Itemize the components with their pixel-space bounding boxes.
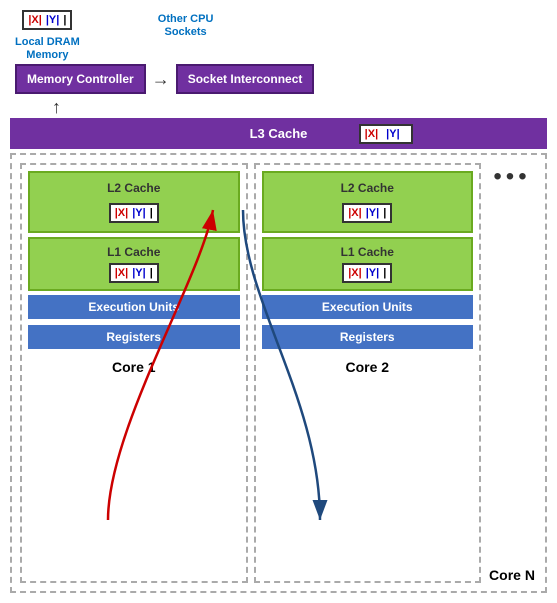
cpu-sockets-group: Other CPUSockets: [158, 10, 214, 39]
y-icon: |Y|: [46, 14, 60, 26]
core1-block: L2 Cache |X| |Y| | L1 Cache |X| |Y| |: [20, 163, 248, 583]
socket-interconnect-box: Socket Interconnect: [176, 64, 315, 94]
core1-l2-label: L2 Cache: [107, 181, 160, 195]
core1-l1-cell: |X| |Y| |: [109, 263, 159, 283]
ellipsis-dots: •••: [493, 163, 530, 191]
core1-l1-label: L1 Cache: [107, 245, 160, 259]
core-n-title: Core N: [489, 267, 535, 583]
cores-container: L2 Cache |X| |Y| | L1 Cache |X| |Y| |: [10, 153, 547, 593]
core2-l2-cell: |X| |Y| |: [342, 203, 392, 223]
core2-l2-cache: L2 Cache |X| |Y| |: [262, 171, 474, 233]
right-arrow: →: [152, 69, 170, 90]
core2-l1-label: L1 Cache: [341, 245, 394, 259]
core1-l1-cache: L1 Cache |X| |Y| |: [28, 237, 240, 291]
x-icon: |X|: [28, 14, 42, 26]
cpu-sockets-label: Other CPUSockets: [158, 13, 214, 39]
core2-l1-cell: |X| |Y| |: [342, 263, 392, 283]
core1-registers: Registers: [28, 325, 240, 349]
dram-cache-cell: |X| |Y| |: [22, 10, 72, 30]
l3-inner-cache-cell: |X| |Y| |: [359, 124, 413, 144]
core2-l1-cache: L1 Cache |X| |Y| |: [262, 237, 474, 291]
l3-cache-bar: L3 Cache |X| |Y| |: [10, 118, 547, 149]
memory-controller-box: Memory Controller: [15, 64, 146, 94]
core2-l2-label: L2 Cache: [341, 181, 394, 195]
dram-group: |X| |Y| | Local DRAMMemory: [15, 10, 80, 62]
dram-label: Local DRAMMemory: [15, 36, 80, 62]
core1-title: Core 1: [112, 359, 156, 375]
core1-exec-units: Execution Units: [28, 295, 240, 319]
core2-exec-units: Execution Units: [262, 295, 474, 319]
dots-column: ••• Core N: [487, 163, 537, 583]
l3-label: L3 Cache: [250, 126, 308, 141]
core2-block: L2 Cache |X| |Y| | L1 Cache |X| |Y| |: [254, 163, 482, 583]
core2-title: Core 2: [345, 359, 389, 375]
core1-l2-cell: |X| |Y| |: [109, 203, 159, 223]
core1-l2-cache: L2 Cache |X| |Y| |: [28, 171, 240, 233]
up-arrow-mem: ↑: [52, 98, 547, 116]
core2-registers: Registers: [262, 325, 474, 349]
